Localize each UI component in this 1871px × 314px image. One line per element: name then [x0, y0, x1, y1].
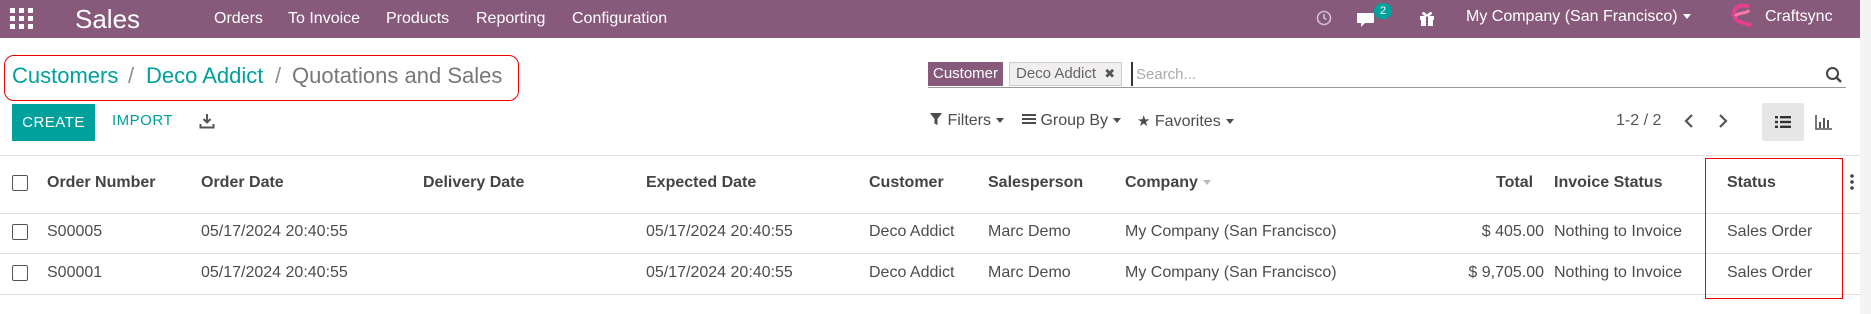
- cell-order-number: S00005: [47, 223, 103, 240]
- top-navbar: Sales Orders To Invoice Products Reporti…: [0, 0, 1860, 38]
- search-underline: [928, 87, 1846, 88]
- search-facet-value-text: Deco Addict: [1016, 65, 1097, 82]
- pager-previous-icon[interactable]: [1683, 113, 1695, 129]
- list-view-button[interactable]: [1762, 103, 1804, 141]
- group-by-label: Group By: [1040, 112, 1109, 129]
- group-by-dropdown[interactable]: Group By: [1022, 112, 1122, 130]
- search-input[interactable]: [1131, 62, 1818, 86]
- favorites-label: Favorites: [1154, 113, 1221, 130]
- user-menu-name[interactable]: Craftsync: [1765, 8, 1833, 26]
- column-header-invoice-status[interactable]: Invoice Status: [1554, 174, 1662, 192]
- cell-order-date: 05/17/2024 20:40:55: [201, 264, 348, 281]
- search-facet-value: Deco Addict ✖: [1009, 62, 1123, 86]
- chevron-down-icon: [1113, 118, 1122, 124]
- column-header-company-label: Company: [1125, 174, 1198, 191]
- chevron-down-icon: [996, 118, 1005, 124]
- cell-invoice-status: Nothing to Invoice: [1554, 264, 1683, 281]
- optional-columns-icon[interactable]: [1849, 173, 1855, 191]
- list-view-icon: [1775, 116, 1791, 128]
- apps-menu-icon[interactable]: [10, 8, 33, 29]
- page-title: Quotations and Sales: [292, 63, 503, 88]
- cell-company: My Company (San Francisco): [1125, 264, 1337, 281]
- column-header-company[interactable]: Company: [1125, 174, 1211, 192]
- cell-total: $ 9,705.00: [1468, 264, 1544, 281]
- column-header-expected-date[interactable]: Expected Date: [646, 174, 756, 192]
- cell-invoice-status: Nothing to Invoice: [1554, 223, 1683, 240]
- sort-down-icon: [1202, 180, 1211, 186]
- pager-value[interactable]: 1-2 / 2: [1616, 112, 1661, 130]
- graph-view-icon[interactable]: [1815, 114, 1833, 130]
- cell-total: $ 405.00: [1481, 223, 1544, 240]
- cell-expected-date: 05/17/2024 20:40:55: [646, 223, 793, 240]
- chevron-down-icon: [1225, 119, 1234, 125]
- breadcrumb-separator: /: [128, 63, 135, 88]
- cell-company: My Company (San Francisco): [1125, 223, 1337, 240]
- menu-configuration[interactable]: Configuration: [572, 10, 667, 28]
- column-header-customer[interactable]: Customer: [869, 174, 944, 192]
- column-header-salesperson[interactable]: Salesperson: [988, 174, 1083, 192]
- cell-salesperson: Marc Demo: [988, 223, 1071, 240]
- row-checkbox[interactable]: [12, 224, 28, 240]
- breadcrumb-customers[interactable]: Customers: [12, 63, 118, 89]
- select-all-checkbox[interactable]: [12, 175, 28, 191]
- pager-next-icon[interactable]: [1717, 113, 1729, 129]
- menu-reporting[interactable]: Reporting: [476, 10, 545, 28]
- menu-to-invoice[interactable]: To Invoice: [288, 10, 360, 28]
- cell-customer: Deco Addict: [869, 223, 955, 240]
- star-icon: ★: [1137, 113, 1151, 130]
- filters-label: Filters: [947, 112, 992, 129]
- filter-icon: [930, 113, 942, 125]
- group-by-icon: [1022, 114, 1036, 124]
- import-button[interactable]: IMPORT: [112, 112, 173, 129]
- row-divider: [0, 253, 1860, 254]
- download-icon[interactable]: [199, 113, 215, 129]
- search-facet-label: Customer: [928, 62, 1004, 86]
- menu-orders[interactable]: Orders: [214, 10, 263, 28]
- row-checkbox[interactable]: [12, 265, 28, 281]
- remove-facet-icon[interactable]: ✖: [1104, 66, 1115, 81]
- gift-icon[interactable]: [1418, 9, 1436, 27]
- menu-products[interactable]: Products: [386, 10, 449, 28]
- breadcrumb-separator: /: [275, 63, 282, 88]
- cell-order-date: 05/17/2024 20:40:55: [201, 223, 348, 240]
- scrollbar-edge: [1860, 0, 1871, 314]
- messages-count-badge: 2: [1374, 3, 1393, 19]
- create-button[interactable]: CREATE: [12, 104, 95, 141]
- filters-dropdown[interactable]: Filters: [929, 112, 1005, 130]
- app-title[interactable]: Sales: [75, 4, 140, 35]
- chevron-down-icon: [1682, 14, 1691, 20]
- cell-expected-date: 05/17/2024 20:40:55: [646, 264, 793, 281]
- search-icon[interactable]: [1825, 66, 1843, 84]
- column-header-order-date[interactable]: Order Date: [201, 174, 284, 192]
- cell-customer: Deco Addict: [869, 264, 955, 281]
- cell-order-number: S00001: [47, 264, 103, 281]
- activity-clock-icon[interactable]: [1316, 10, 1332, 26]
- breadcrumb-deco-addict[interactable]: Deco Addict: [146, 63, 263, 89]
- row-divider: [0, 213, 1860, 214]
- user-avatar[interactable]: [1729, 2, 1755, 32]
- highlight-box-status-column: [1705, 158, 1843, 299]
- column-header-order-number[interactable]: Order Number: [47, 174, 155, 192]
- company-name: My Company (San Francisco): [1466, 8, 1678, 25]
- column-header-delivery-date[interactable]: Delivery Date: [423, 174, 524, 192]
- company-switcher[interactable]: My Company (San Francisco): [1466, 8, 1691, 26]
- cell-salesperson: Marc Demo: [988, 264, 1071, 281]
- row-divider: [0, 294, 1860, 295]
- column-header-total[interactable]: Total: [1496, 174, 1533, 192]
- messages-icon[interactable]: [1356, 10, 1376, 28]
- favorites-dropdown[interactable]: ★ Favorites: [1137, 112, 1234, 131]
